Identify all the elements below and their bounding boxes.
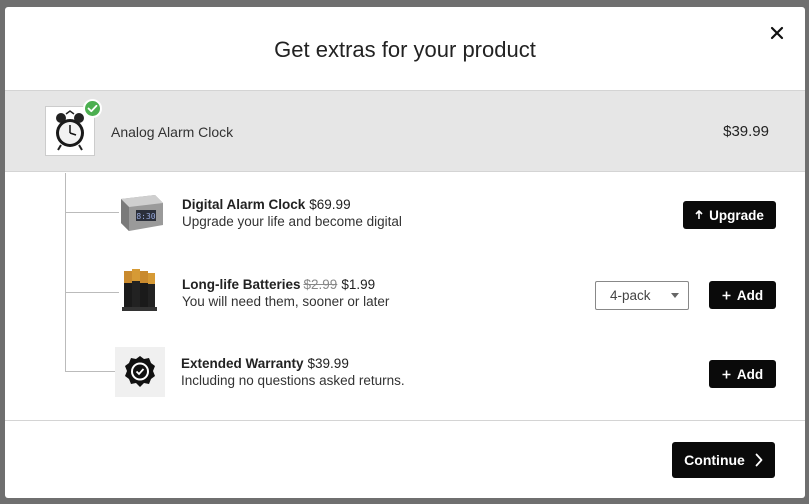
tree-branch	[65, 371, 119, 372]
extra-name: Long-life Batteries $2.99 $1.99	[182, 277, 376, 292]
add-batteries-button[interactable]: Add	[709, 281, 776, 309]
continue-button[interactable]: Continue	[672, 442, 775, 478]
extra-name: Extended Warranty $39.99	[181, 356, 349, 371]
extra-description: Including no questions asked returns.	[181, 373, 405, 388]
extra-description: Upgrade your life and become digital	[182, 214, 402, 229]
tree-branch	[65, 212, 119, 213]
extra-name: Digital Alarm Clock $69.99	[182, 197, 351, 212]
main-product-row: Analog Alarm Clock $39.99	[5, 91, 805, 172]
extra-price: $69.99	[309, 197, 351, 212]
chevron-right-icon	[755, 453, 763, 467]
batteries-image	[115, 265, 165, 315]
arrow-up-icon	[695, 208, 703, 223]
main-product-name: Analog Alarm Clock	[111, 124, 234, 140]
upgrade-label: Upgrade	[709, 207, 764, 223]
modal-header: Get extras for your product	[5, 7, 805, 91]
close-icon[interactable]	[767, 23, 787, 43]
modal-title: Get extras for your product	[274, 37, 536, 62]
main-product-price: $39.99	[723, 123, 769, 140]
continue-label: Continue	[684, 452, 745, 468]
extra-price: $1.99	[341, 277, 376, 292]
warranty-image	[115, 347, 165, 397]
extra-old-price: $2.99	[303, 277, 338, 292]
extra-price: $39.99	[307, 356, 349, 371]
svg-text:8:30: 8:30	[136, 212, 155, 221]
add-label: Add	[736, 287, 764, 303]
pack-size-select[interactable]: 4-pack	[595, 281, 689, 310]
add-warranty-button[interactable]: Add	[709, 360, 776, 388]
plus-icon	[722, 288, 731, 303]
footer-divider	[5, 420, 805, 421]
extras-modal: Get extras for your product Analog Alarm…	[5, 7, 805, 498]
plus-icon	[722, 367, 731, 382]
extra-description: You will need them, sooner or later	[182, 294, 390, 309]
pack-size-value: 4-pack	[610, 288, 651, 303]
add-label: Add	[736, 366, 764, 382]
tree-connector	[65, 173, 66, 372]
chevron-down-icon	[671, 293, 679, 298]
upgrade-button[interactable]: Upgrade	[683, 201, 776, 229]
digital-clock-image: 8:30	[115, 185, 165, 235]
tree-branch	[65, 292, 119, 293]
check-icon	[83, 99, 102, 118]
